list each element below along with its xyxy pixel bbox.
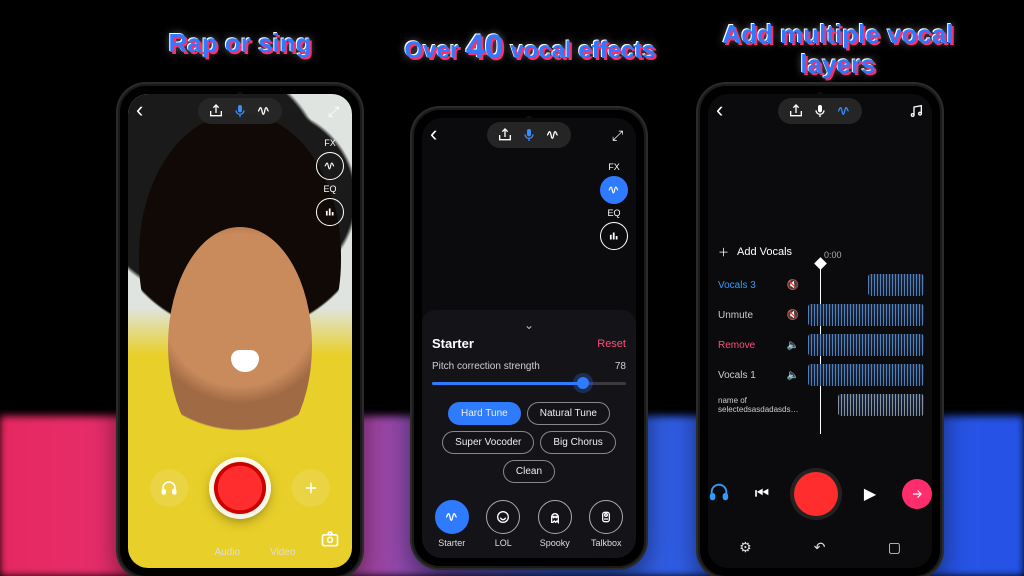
layer-row[interactable]: Vocals 1🔈 [708,360,932,390]
fx-button-active[interactable] [600,176,628,204]
back-button[interactable] [430,127,446,143]
drawer-handle[interactable]: ⌄ [432,318,626,332]
mic-icon[interactable] [521,127,537,143]
layer-label: Remove [708,340,778,351]
mute-icon[interactable]: 🔈 [778,340,808,351]
eq-button[interactable] [600,222,628,250]
mode-pill[interactable] [487,122,571,148]
crop-icon[interactable]: ▢ [888,539,901,556]
mute-icon[interactable]: 🔇 [778,280,808,291]
layer-row[interactable]: Unmute🔇 [708,300,932,330]
preset-lol[interactable]: LOL [486,500,520,548]
phone-1: FX EQ Audio Video [120,86,360,576]
pitch-slider[interactable] [432,374,626,392]
headline-effects: Over 40 vocal effects [400,28,660,67]
record-button[interactable] [214,462,266,514]
chip-hard-tune[interactable]: Hard Tune [448,402,521,425]
music-icon[interactable] [908,103,924,119]
waveform[interactable] [808,364,924,386]
share-icon[interactable] [208,103,224,119]
preset-label: Spooky [540,538,570,548]
preset-title: Starter [432,336,474,351]
preset-label: LOL [495,538,512,548]
eq-label: EQ [323,184,336,194]
preset-spooky[interactable]: Spooky [538,500,572,548]
mic-icon[interactable] [232,103,248,119]
headline-effects-count: 40 [466,28,504,66]
effects-drawer: ⌄ Starter Reset Pitch correction strengt… [422,310,636,558]
plus-icon: ＋ [718,244,729,260]
waveform[interactable] [808,334,924,356]
layer-row[interactable]: name of selectedsasdadasds… [708,390,932,420]
next-button[interactable] [902,479,932,509]
chip-super-vocoder[interactable]: Super Vocoder [442,431,534,454]
layer-label: name of selectedsasdadasds… [708,396,808,414]
wave-icon[interactable] [545,127,561,143]
add-vocals-button[interactable]: ＋ Add Vocals [718,244,792,260]
phone-3: ＋ Add Vocals 0:00 Vocals 3🔇 Unmute🔇 Remo… [700,86,940,576]
back-button[interactable] [136,103,152,119]
share-icon[interactable] [497,127,513,143]
mode-video[interactable]: Video [270,547,295,558]
waveform[interactable] [838,394,924,416]
expand-icon[interactable] [612,127,628,143]
layers-list: Vocals 3🔇 Unmute🔇 Remove🔈 Vocals 1🔈 name… [708,270,932,420]
preset-talkbox[interactable]: Talkbox [589,500,623,548]
headline-rap-sing: Rap or sing [120,28,360,59]
fx-button[interactable] [316,152,344,180]
record-button[interactable] [794,472,838,516]
timeline-start: 0:00 [824,250,842,260]
mic-icon[interactable] [812,103,828,119]
layer-row[interactable]: Vocals 3🔇 [708,270,932,300]
mixer-icon[interactable]: ⚙ [739,539,752,556]
preset-starter[interactable]: Starter [435,500,469,548]
fx-label: FX [608,162,620,172]
headline-effects-c: vocal effects [504,37,656,64]
add-button[interactable] [292,469,330,507]
back-button[interactable] [716,103,732,119]
phone-2: FX EQ ⌄ Starter Reset Pitch correction s… [414,110,644,566]
chip-natural-tune[interactable]: Natural Tune [527,402,610,425]
play-button[interactable]: ▶ [858,484,882,504]
chip-clean[interactable]: Clean [503,460,555,483]
slider-label: Pitch correction strength [432,361,540,372]
preset-label: Starter [438,538,465,548]
waveform[interactable] [808,304,924,326]
wave-icon-active[interactable] [836,103,852,119]
mode-pill[interactable] [198,98,282,124]
eq-label: EQ [607,208,620,218]
expand-icon[interactable] [328,103,344,119]
undo-icon[interactable]: ↶ [814,539,826,556]
layer-label: Vocals 3 [708,280,778,291]
share-icon[interactable] [788,103,804,119]
headline-effects-a: Over [404,37,465,64]
prev-button[interactable]: ⏮ [750,485,774,503]
add-vocals-label: Add Vocals [737,246,792,258]
mode-audio[interactable]: Audio [215,547,241,558]
preset-label: Talkbox [591,538,622,548]
slider-value: 78 [615,361,626,372]
mute-icon[interactable]: 🔈 [778,370,808,381]
layer-row[interactable]: Remove🔈 [708,330,932,360]
headphones-button[interactable] [150,469,188,507]
layer-label: Vocals 1 [708,370,778,381]
mute-icon[interactable]: 🔇 [778,310,808,321]
waveform[interactable] [868,274,924,296]
reset-button[interactable]: Reset [597,338,626,350]
fx-label: FX [324,138,336,148]
headline-layers: Add multiple vocal layers [688,20,988,80]
eq-button[interactable] [316,198,344,226]
headphones-button[interactable] [708,481,730,508]
layer-label: Unmute [708,310,778,321]
mode-pill[interactable] [778,98,862,124]
chip-big-chorus[interactable]: Big Chorus [540,431,615,454]
wave-icon[interactable] [256,103,272,119]
